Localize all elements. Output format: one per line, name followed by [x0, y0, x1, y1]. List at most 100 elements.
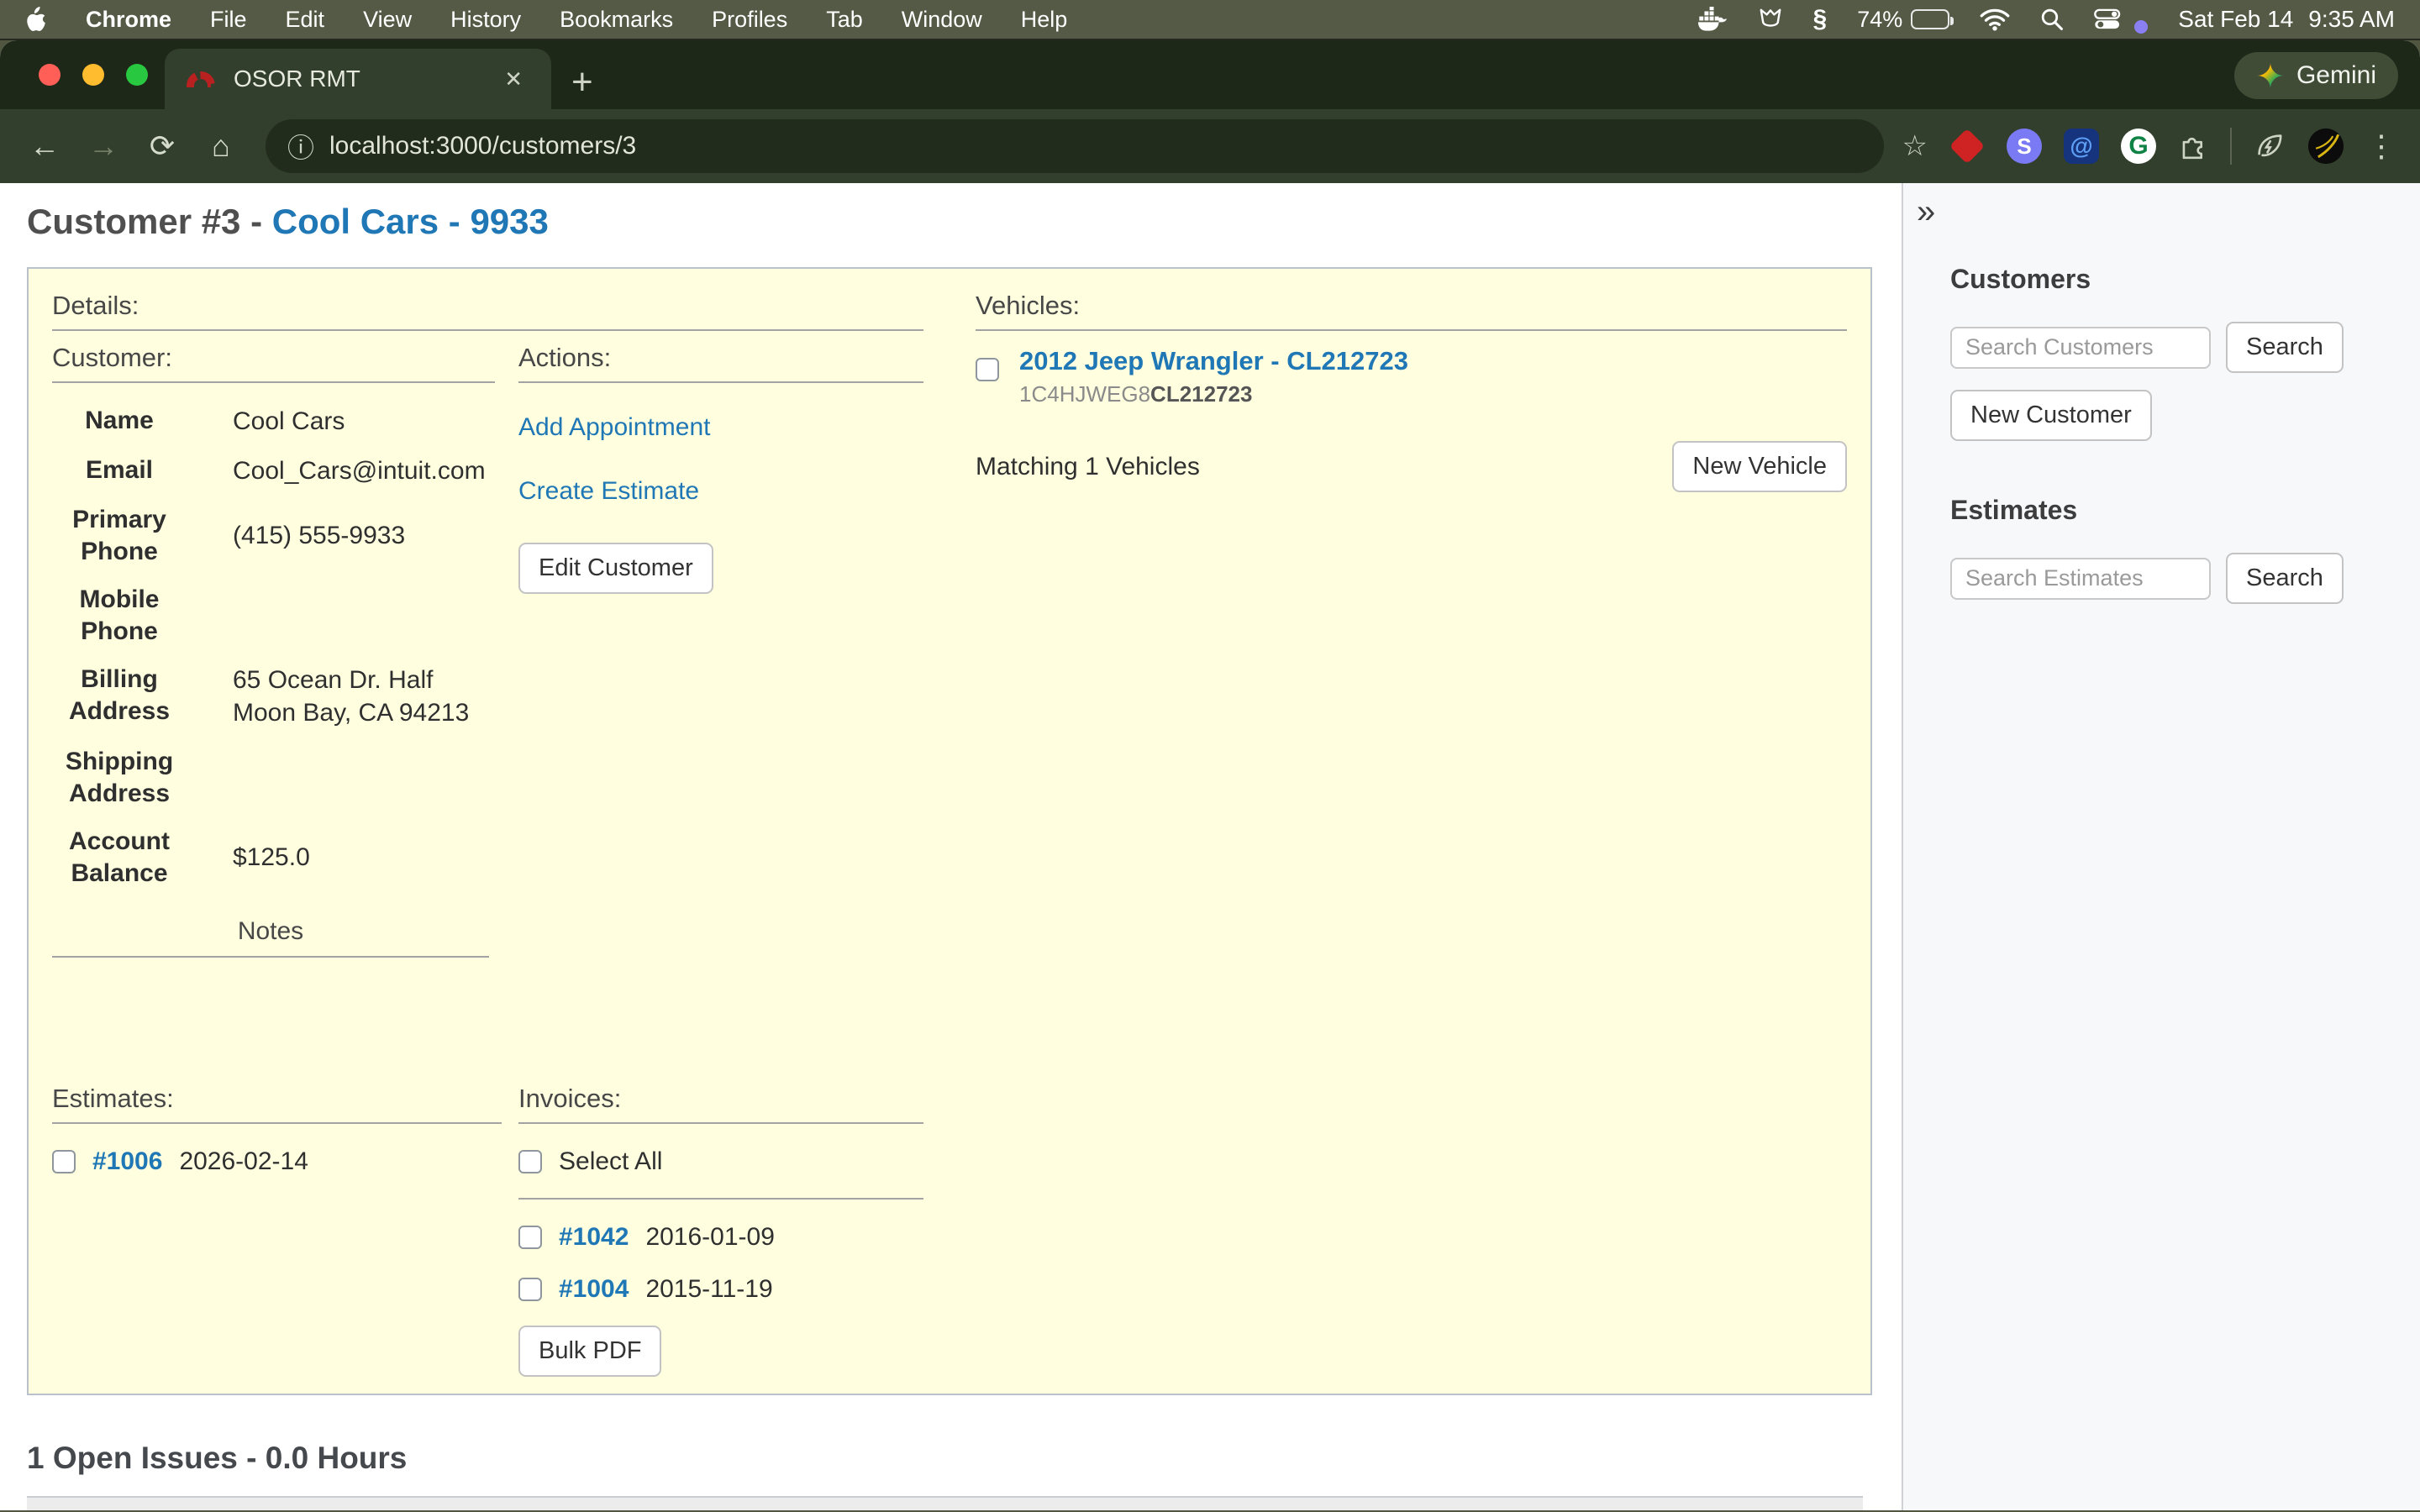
- select-all-label: Select All: [559, 1147, 662, 1176]
- details-heading: Details:: [52, 291, 923, 331]
- open-issues-heading: 1 Open Issues - 0.0 Hours: [27, 1441, 1902, 1476]
- field-label-mobile-phone: Mobile Phone: [52, 584, 187, 647]
- window-zoom-button[interactable]: [126, 64, 148, 86]
- gemini-button[interactable]: Gemini: [2234, 52, 2398, 99]
- search-customers-input[interactable]: [1950, 327, 2211, 369]
- edit-customer-button[interactable]: Edit Customer: [518, 543, 713, 594]
- vin-prefix: 1C4HJWEG8: [1019, 381, 1150, 407]
- extensions-puzzle-icon[interactable]: [2178, 131, 2208, 161]
- tab-close-icon[interactable]: ✕: [497, 63, 529, 96]
- menu-item-chrome[interactable]: Chrome: [86, 7, 171, 33]
- field-value-email: Cool_Cars@intuit.com: [233, 454, 495, 487]
- sidebar-estimates-heading: Estimates: [1950, 495, 2420, 526]
- field-value-name: Cool Cars: [233, 405, 495, 438]
- col-header-tracker: Tracker: [384, 1497, 611, 1510]
- field-value-primary-phone: (415) 555-9933: [233, 519, 495, 552]
- customer-name-link[interactable]: Cool Cars - 9933: [272, 202, 549, 241]
- energy-saver-leaf-icon[interactable]: [2254, 130, 2286, 162]
- menubar-date: Sat Feb 14: [2178, 6, 2293, 33]
- field-label-account-balance: Account Balance: [52, 826, 187, 889]
- forward-icon[interactable]: →: [77, 129, 129, 164]
- site-info-icon[interactable]: ⓘ: [287, 127, 314, 165]
- tab-title: OSOR RMT: [234, 66, 497, 92]
- menu-item-bookmarks[interactable]: Bookmarks: [560, 7, 673, 33]
- col-header-project: Project: [107, 1497, 384, 1510]
- right-sidebar: » Customers Search New Customer Estimate…: [1902, 183, 2420, 1510]
- browser-window: OSOR RMT ✕ + Gemini ← → ⟳ ⌂ ⓘ localhost:: [0, 40, 2420, 1510]
- collapse-sidebar-icon[interactable]: »: [1917, 193, 1935, 230]
- new-customer-button[interactable]: New Customer: [1950, 390, 2152, 441]
- estimate-link[interactable]: #1006: [92, 1147, 162, 1176]
- wifi-icon[interactable]: [1980, 8, 2010, 31]
- estimate-checkbox[interactable]: [52, 1150, 76, 1173]
- chrome-menu-icon[interactable]: ⋮: [2366, 129, 2396, 164]
- invoice-checkbox-1004[interactable]: [518, 1278, 542, 1301]
- search-estimates-input[interactable]: [1950, 558, 2211, 600]
- menu-item-help[interactable]: Help: [1021, 7, 1068, 33]
- menu-item-profiles[interactable]: Profiles: [712, 7, 787, 33]
- reload-icon[interactable]: ⟳: [136, 129, 188, 164]
- clef-menu-icon[interactable]: §: [1813, 5, 1828, 34]
- home-icon[interactable]: ⌂: [195, 129, 247, 164]
- invoice-link-1004[interactable]: #1004: [559, 1275, 629, 1304]
- menu-item-history[interactable]: History: [450, 7, 521, 33]
- customer-fields: Name Cool Cars Email Cool_Cars@intuit.co…: [52, 405, 495, 889]
- bookmark-star-icon[interactable]: ☆: [1902, 129, 1928, 163]
- address-bar[interactable]: ⓘ localhost:3000/customers/3: [266, 119, 1884, 173]
- tab-strip: OSOR RMT ✕ + Gemini: [0, 40, 2420, 109]
- mask-menu-icon[interactable]: [1758, 7, 1783, 32]
- vehicle-link[interactable]: 2012 Jeep Wrangler - CL212723: [1019, 346, 1408, 375]
- red-diamond-extension-icon[interactable]: [1949, 129, 1985, 164]
- site-favicon-icon: [187, 71, 215, 87]
- new-vehicle-button[interactable]: New Vehicle: [1672, 441, 1847, 492]
- menu-item-window[interactable]: Window: [902, 7, 982, 33]
- gemini-label: Gemini: [2296, 61, 2376, 90]
- menu-item-tab[interactable]: Tab: [826, 7, 863, 33]
- menu-item-file[interactable]: File: [210, 7, 247, 33]
- invoice-row: #1042 2016-01-09: [518, 1223, 923, 1252]
- docker-icon[interactable]: [1697, 7, 1728, 32]
- estimate-date: 2026-02-14: [179, 1147, 308, 1176]
- spotlight-search-icon[interactable]: [2040, 8, 2064, 31]
- invoice-checkbox-1042[interactable]: [518, 1226, 542, 1249]
- add-appointment-link[interactable]: Add Appointment: [518, 413, 923, 442]
- invoice-date-1042: 2016-01-09: [645, 1223, 774, 1252]
- customer-heading: Customer:: [52, 343, 495, 383]
- blue-at-extension-icon[interactable]: @: [2064, 129, 2099, 164]
- grammarly-extension-icon[interactable]: G: [2121, 129, 2156, 164]
- menu-item-edit[interactable]: Edit: [286, 7, 325, 33]
- search-estimates-button[interactable]: Search: [2226, 553, 2344, 604]
- url-text[interactable]: localhost:3000/customers/3: [329, 132, 636, 160]
- estimate-row: #1006 2026-02-14: [52, 1147, 502, 1176]
- battery-indicator[interactable]: 74%: [1857, 7, 1949, 33]
- select-all-checkbox[interactable]: [518, 1150, 542, 1173]
- battery-icon: [1911, 9, 1949, 29]
- customer-panel: Details: Customer: Name Cool Cars Email …: [27, 267, 1872, 1395]
- profile-avatar[interactable]: [2307, 128, 2344, 165]
- toolbar-divider: [2230, 128, 2232, 165]
- browser-toolbar: ← → ⟳ ⌂ ⓘ localhost:3000/customers/3 ☆ S…: [0, 109, 2420, 183]
- vehicle-checkbox[interactable]: [976, 358, 999, 381]
- main-content: Customer #3 - Cool Cars - 9933 Details: …: [0, 183, 1902, 1510]
- invoice-link-1042[interactable]: #1042: [559, 1223, 629, 1252]
- menu-item-view[interactable]: View: [363, 7, 412, 33]
- control-center-icon[interactable]: [2094, 8, 2123, 31]
- browser-tab[interactable]: OSOR RMT ✕: [165, 49, 551, 109]
- vin-bold: CL212723: [1150, 381, 1252, 407]
- col-header-id: #: [27, 1497, 107, 1510]
- purple-s-extension-icon[interactable]: S: [2007, 129, 2042, 164]
- bulk-pdf-button[interactable]: Bulk PDF: [518, 1326, 661, 1377]
- back-icon[interactable]: ←: [18, 129, 71, 164]
- window-minimize-button[interactable]: [82, 64, 104, 86]
- select-all-row: Select All: [518, 1147, 923, 1176]
- field-value-account-balance: $125.0: [233, 841, 495, 874]
- window-close-button[interactable]: [39, 64, 60, 86]
- create-estimate-link[interactable]: Create Estimate: [518, 477, 923, 506]
- field-label-billing-address: Billing Address: [52, 664, 187, 729]
- col-header-subject: Subject: [611, 1497, 1863, 1510]
- apple-logo-icon[interactable]: [25, 7, 47, 32]
- search-customers-button[interactable]: Search: [2226, 322, 2344, 373]
- matching-vehicles-text: Matching 1 Vehicles: [976, 453, 1200, 481]
- new-tab-button[interactable]: +: [571, 64, 593, 101]
- vehicle-item: 2012 Jeep Wrangler - CL212723 1C4HJWEG8C…: [976, 346, 1847, 407]
